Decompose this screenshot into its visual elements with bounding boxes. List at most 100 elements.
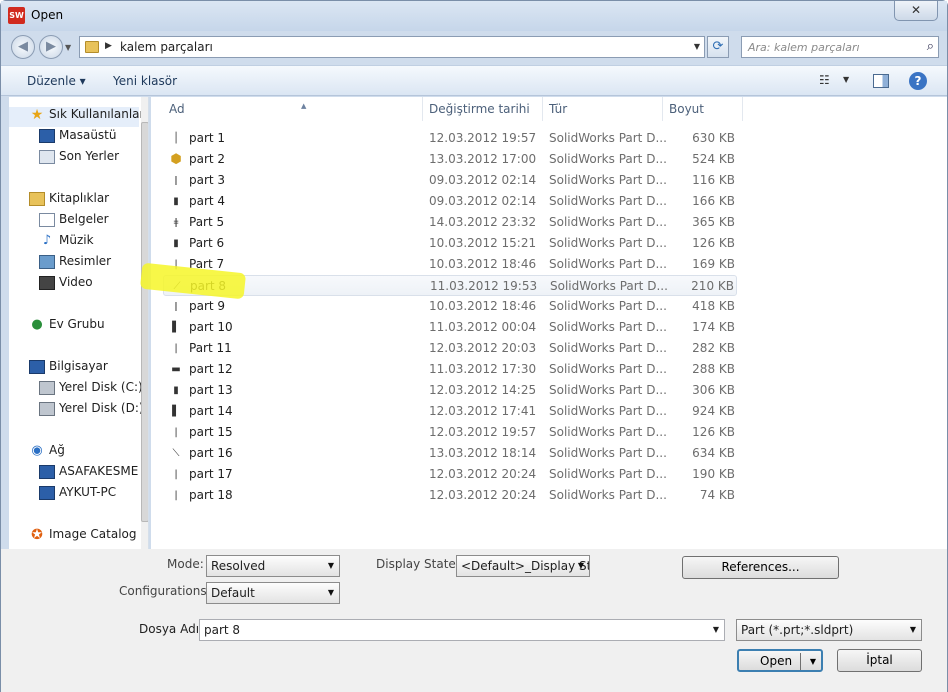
organize-button[interactable]: Düzenle ▾ <box>27 74 86 88</box>
chevron-down-icon: ▼ <box>909 625 916 634</box>
file-type: SolidWorks Part D... <box>549 320 667 334</box>
nav-pc-aykut[interactable]: AYKUT-PC <box>39 485 116 505</box>
file-row[interactable]: ⬢ part 2 13.03.2012 17:00 SolidWorks Part D… <box>163 149 737 170</box>
video-icon <box>39 275 55 290</box>
file-size: 924 KB <box>692 404 735 418</box>
nav-favorites[interactable]: ★ Sık Kullanılanlar <box>29 107 145 127</box>
filetype-select[interactable]: Part (*.prt;*.sldprt) ▼ <box>736 619 922 641</box>
solidworks-part-icon: | <box>174 490 178 501</box>
file-row[interactable]: ⟋part 811.03.2012 19:53SolidWorks Part D… <box>163 275 737 296</box>
column-header-type[interactable]: Tür <box>543 97 663 121</box>
chevron-down-icon[interactable]: ▼ <box>713 620 719 640</box>
nav-music[interactable]: ♪ Müzik <box>39 233 94 253</box>
file-type: SolidWorks Part D... <box>549 446 667 460</box>
address-dropdown-icon[interactable]: ▼ <box>694 42 700 51</box>
nav-desktop[interactable]: Masaüstü <box>39 128 116 148</box>
file-row[interactable]: ǀ part 9 10.03.2012 18:46 SolidWorks Part D… <box>163 296 737 317</box>
file-row[interactable]: ǂ Part 5 14.03.2012 23:32 SolidWorks Part D… <box>163 212 737 233</box>
view-options-icon[interactable]: ☷ <box>819 73 830 87</box>
cancel-button[interactable]: İptal <box>837 649 922 672</box>
file-date: 11.03.2012 00:04 <box>429 320 537 334</box>
file-name: Part 6 <box>189 236 225 250</box>
nav-drive-d[interactable]: Yerel Disk (D:) <box>39 401 144 421</box>
file-row[interactable]: ⟍ part 16 13.03.2012 18:14 SolidWorks Part … <box>163 443 737 464</box>
file-size: 169 KB <box>692 257 735 271</box>
file-row[interactable]: | part 17 12.03.2012 20:24 SolidWorks Part … <box>163 464 737 485</box>
homegroup-icon: ● <box>31 316 43 332</box>
back-arrow-icon: ◀ <box>18 39 28 54</box>
nav-pictures[interactable]: Resimler <box>39 254 111 274</box>
forward-button[interactable]: ▶ <box>39 35 63 59</box>
breadcrumb-arrow-icon[interactable]: ▶ <box>105 41 112 51</box>
nav-recent-places[interactable]: Son Yerler <box>39 149 119 169</box>
file-row[interactable]: | Part 7 10.03.2012 18:46 SolidWorks Part D… <box>163 254 737 275</box>
search-box[interactable]: Ara: kalem parçaları ⌕ <box>741 36 939 58</box>
search-icon[interactable]: ⌕ <box>927 39 934 54</box>
nav-scrollbar-thumb[interactable] <box>141 122 148 522</box>
file-row[interactable]: ▬ part 12 11.03.2012 17:30 SolidWorks Part … <box>163 359 737 380</box>
nav-video[interactable]: Video <box>39 275 93 295</box>
file-name: part 9 <box>189 299 226 313</box>
display-states-select[interactable]: <Default>_Display St ▼ <box>456 555 590 577</box>
chevron-down-icon: ▼ <box>327 588 334 597</box>
drive-icon <box>39 401 55 416</box>
file-date: 13.03.2012 18:14 <box>429 446 537 460</box>
file-row[interactable]: ▮ part 4 09.03.2012 02:14 SolidWorks Part D… <box>163 191 737 212</box>
open-button[interactable]: Open ▼ <box>737 649 823 672</box>
command-bar: Düzenle ▾ Yeni klasör ☷ ▼ ? <box>1 65 947 96</box>
column-header-date[interactable]: Değiştirme tarihi <box>423 97 543 121</box>
file-row[interactable]: | Part 11 12.03.2012 20:03 SolidWorks Part … <box>163 338 737 359</box>
new-folder-button[interactable]: Yeni klasör <box>113 74 177 88</box>
help-icon[interactable]: ? <box>909 72 927 90</box>
file-date: 10.03.2012 15:21 <box>429 236 537 250</box>
solidworks-part-icon: ǀ <box>174 301 178 312</box>
nav-documents[interactable]: Belgeler <box>39 212 109 232</box>
solidworks-part-icon: ▌ <box>172 322 180 333</box>
file-name: part 15 <box>189 425 233 439</box>
nav-drive-c[interactable]: Yerel Disk (C:) <box>39 380 143 400</box>
column-header-name[interactable]: Ad ▲ <box>163 97 423 121</box>
nav-scrollbar[interactable] <box>141 97 148 549</box>
address-bar[interactable]: ▶ kalem parçaları ▼ <box>79 36 705 58</box>
nav-pc-asafakesme[interactable]: ASAFAKESME <box>39 464 138 484</box>
nav-computer[interactable]: Bilgisayar <box>29 359 108 379</box>
nav-network[interactable]: ◉ Ağ <box>29 443 65 463</box>
open-options-chevron-icon[interactable]: ▼ <box>810 651 816 672</box>
mode-select[interactable]: Resolved ▼ <box>206 555 340 577</box>
file-row[interactable]: ▌ part 10 11.03.2012 00:04 SolidWorks Part … <box>163 317 737 338</box>
file-size: 166 KB <box>692 194 735 208</box>
recent-locations-dropdown[interactable]: ▼ <box>65 43 71 52</box>
file-date: 11.03.2012 19:53 <box>430 279 538 293</box>
breadcrumb-folder[interactable]: kalem parçaları <box>120 40 213 54</box>
file-row[interactable]: ▮ part 13 12.03.2012 14:25 SolidWorks Part … <box>163 380 737 401</box>
file-row[interactable]: ▌ part 14 12.03.2012 17:41 SolidWorks Part … <box>163 401 737 422</box>
preview-pane-icon[interactable] <box>873 74 889 88</box>
back-button[interactable]: ◀ <box>11 35 35 59</box>
file-type: SolidWorks Part D... <box>549 173 667 187</box>
computer-icon <box>29 359 45 374</box>
filename-input[interactable]: part 8 ▼ <box>199 619 725 641</box>
configurations-select[interactable]: Default ▼ <box>206 582 340 604</box>
column-header-size[interactable]: Boyut <box>663 97 743 121</box>
solidworks-options: Mode: Resolved ▼ Display States: <Default… <box>1 549 947 609</box>
references-button[interactable]: References... <box>682 556 839 579</box>
search-input[interactable]: Ara: kalem parçaları <box>748 41 860 54</box>
solidworks-part-icon: ▌ <box>172 406 180 417</box>
file-row[interactable]: │ part 1 12.03.2012 19:57 SolidWorks Part D… <box>163 128 737 149</box>
file-row[interactable]: ▮ Part 6 10.03.2012 15:21 SolidWorks Part D… <box>163 233 737 254</box>
file-row[interactable]: | part 15 12.03.2012 19:57 SolidWorks Part … <box>163 422 737 443</box>
nav-libraries[interactable]: Kitaplıklar <box>29 191 109 211</box>
file-size: 116 KB <box>692 173 735 187</box>
file-row[interactable]: ǀ part 3 09.03.2012 02:14 SolidWorks Part D… <box>163 170 737 191</box>
file-row[interactable]: | part 18 12.03.2012 20:24 SolidWorks Part … <box>163 485 737 506</box>
refresh-button[interactable]: ⟳ <box>707 36 729 58</box>
nav-image-catalog[interactable]: ✪ Image Catalog <box>29 527 136 547</box>
close-button[interactable]: ✕ <box>894 1 938 21</box>
view-dropdown-icon[interactable]: ▼ <box>843 75 849 84</box>
file-type: SolidWorks Part D... <box>549 131 667 145</box>
file-date: 12.03.2012 20:24 <box>429 467 537 481</box>
nav-homegroup[interactable]: ● Ev Grubu <box>29 316 104 337</box>
file-date: 12.03.2012 19:57 <box>429 131 537 145</box>
solidworks-part-icon: ⟍ <box>172 448 180 459</box>
file-name: part 13 <box>189 383 233 397</box>
